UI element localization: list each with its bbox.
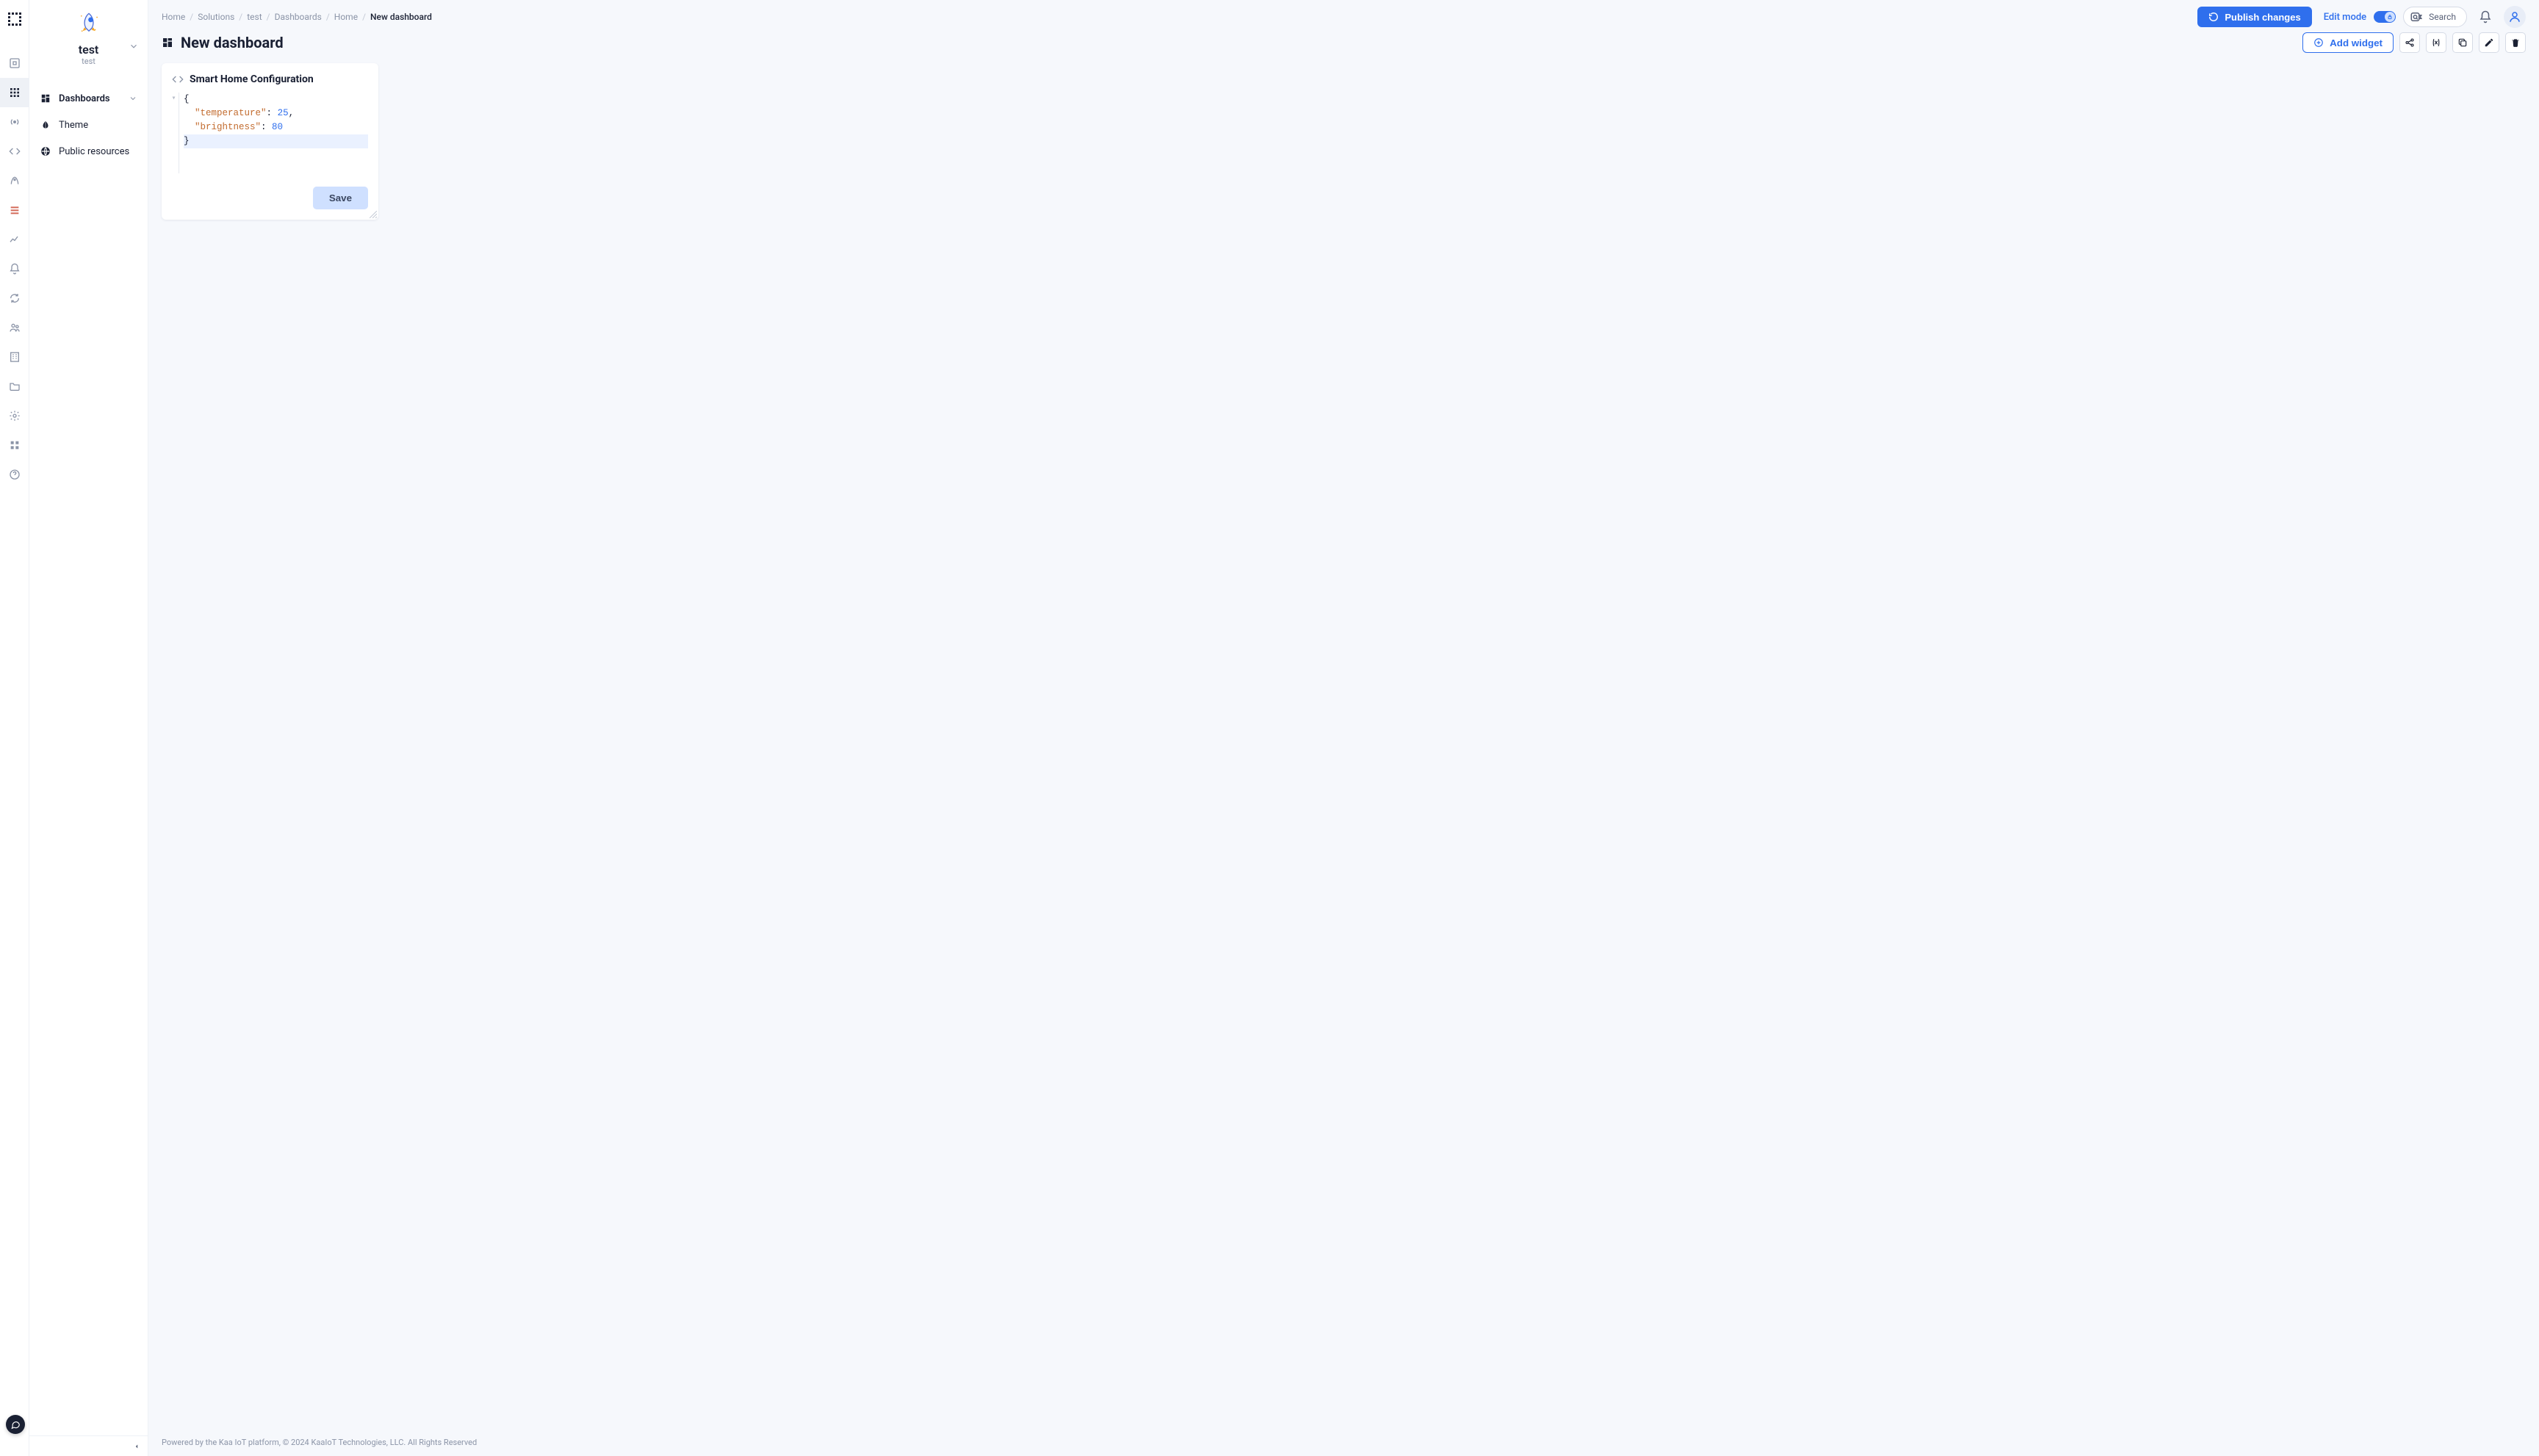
edit-mode-label: Edit mode xyxy=(2324,12,2366,23)
breadcrumb-sep: / xyxy=(326,12,330,22)
tenant-name: test xyxy=(79,43,99,57)
rail-analytics-icon[interactable] xyxy=(0,225,29,254)
widget-card: Smart Home Configuration ▾ { "temperatur… xyxy=(162,63,378,220)
copy-button[interactable] xyxy=(2452,32,2473,53)
icon-rail xyxy=(0,0,29,1456)
theme-icon xyxy=(40,119,51,131)
breadcrumb-item[interactable]: Solutions xyxy=(198,12,234,22)
breadcrumb-sep: / xyxy=(239,12,242,22)
code-line[interactable]: { xyxy=(184,93,368,107)
toggle-knob-lock-icon xyxy=(2385,12,2395,22)
grid-icon xyxy=(40,93,51,104)
search-label: Search xyxy=(2429,12,2456,22)
breadcrumb-sep: / xyxy=(190,12,193,22)
rail-dashboards-icon[interactable] xyxy=(0,78,29,107)
delete-button[interactable] xyxy=(2505,32,2526,53)
variables-button[interactable] xyxy=(2426,32,2446,53)
breadcrumb-sep: / xyxy=(362,12,366,22)
breadcrumb-current: New dashboard xyxy=(370,12,432,22)
rail-apps-icon[interactable] xyxy=(0,430,29,460)
widget-title: Smart Home Configuration xyxy=(190,73,314,85)
breadcrumb-item[interactable]: Home xyxy=(334,12,358,22)
chevron-down-icon[interactable] xyxy=(129,94,137,103)
brand-logo-icon[interactable] xyxy=(6,10,24,28)
editor-gutter: ▾ xyxy=(169,93,179,173)
tenant-sublabel: test xyxy=(82,57,96,66)
save-button[interactable]: Save xyxy=(313,187,368,209)
rail-home-icon[interactable] xyxy=(0,48,29,78)
resize-handle-icon[interactable] xyxy=(370,211,377,218)
tenant-switcher[interactable]: test test xyxy=(29,0,148,72)
tenant-rocket-icon xyxy=(76,10,101,37)
rail-sync-icon[interactable] xyxy=(0,284,29,313)
rail-rocket-icon[interactable] xyxy=(0,166,29,195)
sidebar-collapse-button[interactable] xyxy=(29,1435,148,1456)
code-icon xyxy=(172,73,184,85)
dashboard-title-icon xyxy=(162,37,173,48)
save-label: Save xyxy=(329,192,352,203)
chat-fab-button[interactable] xyxy=(6,1415,25,1434)
sidebar: test test Dashboards Theme xyxy=(29,0,148,1456)
chevron-down-icon[interactable] xyxy=(129,41,139,51)
share-button[interactable] xyxy=(2399,32,2420,53)
footer-text: Powered by the Kaa IoT platform, © 2024 … xyxy=(148,1432,2539,1456)
rail-building-icon[interactable] xyxy=(0,342,29,372)
rail-broadcast-icon[interactable] xyxy=(0,107,29,137)
sidebar-item-label: Public resources xyxy=(59,146,129,157)
page-title: New dashboard xyxy=(181,34,284,51)
user-menu-button[interactable] xyxy=(2504,6,2526,28)
code-line[interactable]: } xyxy=(184,134,368,148)
breadcrumb: Home / Solutions / test / Dashboards / H… xyxy=(162,12,432,22)
rail-folder-icon[interactable] xyxy=(0,372,29,401)
code-line[interactable]: "temperature": 25, xyxy=(184,107,368,120)
breadcrumb-item[interactable]: Home xyxy=(162,12,185,22)
code-line[interactable]: "brightness": 80 xyxy=(184,120,368,134)
publish-changes-button[interactable]: Publish changes xyxy=(2197,7,2311,27)
sidebar-item-label: Theme xyxy=(59,120,88,131)
json-editor[interactable]: ▾ { "temperature": 25, "brightness": 80 … xyxy=(169,93,368,173)
sidebar-item-dashboards[interactable]: Dashboards xyxy=(29,85,148,112)
add-widget-label: Add widget xyxy=(2330,37,2383,48)
globe-icon xyxy=(40,145,51,157)
main-area: Home / Solutions / test / Dashboards / H… xyxy=(148,0,2539,1456)
sidebar-item-public-resources[interactable]: Public resources xyxy=(29,138,148,165)
sidebar-item-theme[interactable]: Theme xyxy=(29,112,148,138)
rail-help-icon[interactable] xyxy=(0,460,29,489)
breadcrumb-item[interactable]: Dashboards xyxy=(275,12,322,22)
breadcrumb-sep: / xyxy=(267,12,270,22)
edit-mode-toggle[interactable] xyxy=(2374,11,2396,23)
rail-bell-icon[interactable] xyxy=(0,254,29,284)
edit-button[interactable] xyxy=(2479,32,2499,53)
rail-code-icon[interactable] xyxy=(0,137,29,166)
rail-users-icon[interactable] xyxy=(0,313,29,342)
notifications-button[interactable] xyxy=(2474,6,2496,28)
search-button[interactable]: Search xyxy=(2403,7,2467,27)
rail-layers-icon[interactable] xyxy=(0,195,29,225)
add-widget-button[interactable]: Add widget xyxy=(2302,32,2394,53)
fold-toggle-icon[interactable]: ▾ xyxy=(171,93,176,107)
breadcrumb-item[interactable]: test xyxy=(247,12,262,22)
publish-label: Publish changes xyxy=(2225,12,2300,23)
rail-gear-icon[interactable] xyxy=(0,401,29,430)
sidebar-item-label: Dashboards xyxy=(59,93,110,104)
